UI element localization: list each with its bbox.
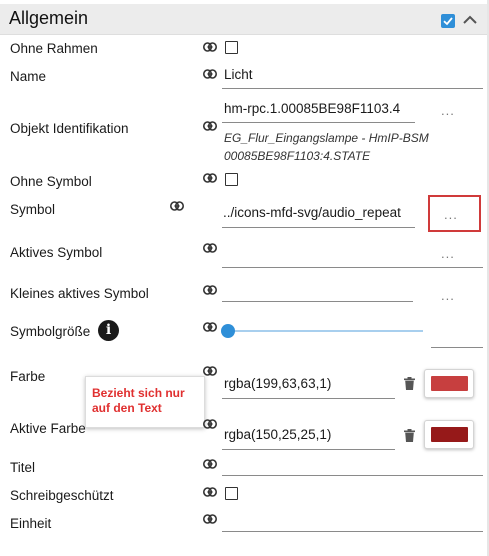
- row-label-titel: Titel: [10, 460, 36, 475]
- link-icon[interactable]: [203, 459, 217, 469]
- row-label-objekt-id: Objekt Identifikation: [10, 121, 129, 136]
- row-label-ohne-symbol: Ohne Symbol: [10, 174, 92, 189]
- link-icon[interactable]: [203, 514, 217, 524]
- properties-panel: Allgemein Ohne Rahmen Name Licht Objekt …: [0, 0, 489, 556]
- symbol-browse-highlight: ...: [428, 195, 481, 232]
- name-input-underline: [222, 88, 483, 89]
- trash-icon[interactable]: [404, 377, 415, 390]
- farbe-color-picker[interactable]: [424, 369, 474, 398]
- row-label-einheit: Einheit: [10, 516, 52, 531]
- aktives-symbol-input[interactable]: [222, 267, 483, 268]
- kleines-aktives-symbol-browse-button[interactable]: ...: [441, 288, 455, 303]
- name-input[interactable]: Licht: [224, 67, 253, 82]
- aktive-farbe-input[interactable]: rgba(150,25,25,1): [224, 427, 331, 442]
- ohne-rahmen-checkbox[interactable]: [225, 41, 238, 54]
- objekt-id-description-line1: EG_Flur_Eingangslampe - HmIP-BSM: [224, 131, 429, 145]
- ohne-symbol-checkbox[interactable]: [225, 173, 238, 186]
- link-icon[interactable]: [203, 487, 217, 497]
- info-icon[interactable]: i: [98, 320, 119, 341]
- row-label-symbol: Symbol: [10, 202, 56, 217]
- check-icon: [443, 17, 453, 26]
- section-header[interactable]: Allgemein: [0, 4, 487, 35]
- aktive-farbe-swatch: [431, 427, 468, 442]
- row-label-kleines-aktives-symbol: Kleines aktives Symbol: [10, 286, 149, 301]
- symbol-browse-button[interactable]: ...: [444, 207, 458, 222]
- titel-input[interactable]: [222, 475, 483, 476]
- link-icon[interactable]: [203, 42, 217, 52]
- link-icon[interactable]: [203, 366, 217, 376]
- schreibgeschuetzt-checkbox[interactable]: [225, 487, 238, 500]
- link-icon[interactable]: [203, 285, 217, 295]
- symbolgroesse-slider-track[interactable]: [228, 330, 423, 332]
- aktive-farbe-color-picker[interactable]: [424, 420, 474, 449]
- trash-icon[interactable]: [404, 429, 415, 442]
- link-icon[interactable]: [203, 419, 217, 429]
- farbe-swatch: [431, 376, 468, 391]
- section-title: Allgemein: [9, 8, 89, 28]
- row-label-ohne-rahmen: Ohne Rahmen: [10, 41, 98, 56]
- objekt-id-description-line2: 00085BE98F1103:4.STATE: [224, 149, 371, 163]
- link-icon[interactable]: [203, 322, 217, 332]
- tooltip-text: Bezieht sich nur auf den Text: [92, 386, 185, 415]
- row-label-name: Name: [10, 69, 47, 84]
- chevron-up-icon[interactable]: [462, 13, 478, 27]
- aktives-symbol-browse-button[interactable]: ...: [441, 246, 455, 261]
- symbol-input-underline: [222, 227, 415, 228]
- section-enabled-checkbox[interactable]: [441, 14, 455, 28]
- row-label-aktives-symbol: Aktives Symbol: [10, 245, 103, 260]
- farbe-input[interactable]: rgba(199,63,63,1): [224, 376, 331, 391]
- farbe-input-underline: [222, 398, 395, 399]
- symbolgroesse-value-input[interactable]: [431, 347, 483, 348]
- tooltip: Bezieht sich nur auf den Text: [85, 376, 205, 428]
- symbolgroesse-slider-thumb[interactable]: [221, 324, 235, 338]
- objekt-id-browse-button[interactable]: ...: [441, 103, 455, 118]
- aktive-farbe-input-underline: [222, 449, 395, 450]
- link-icon[interactable]: [170, 201, 184, 211]
- symbol-input[interactable]: ../icons-mfd-svg/audio_repeat: [223, 205, 401, 220]
- link-icon[interactable]: [203, 173, 217, 183]
- link-icon[interactable]: [203, 243, 217, 253]
- kleines-aktives-symbol-input[interactable]: [222, 301, 413, 302]
- link-icon[interactable]: [203, 69, 217, 79]
- row-label-symbolgroesse: Symbolgröße: [10, 324, 91, 339]
- row-label-schreibgeschuetzt: Schreibgeschützt: [10, 488, 114, 503]
- objekt-id-input[interactable]: hm-rpc.1.00085BE98F1103.4: [224, 101, 400, 116]
- objekt-id-underline: [222, 122, 415, 123]
- row-label-farbe: Farbe: [10, 369, 46, 384]
- link-icon[interactable]: [203, 121, 217, 131]
- einheit-input[interactable]: [222, 531, 483, 532]
- row-label-aktive-farbe: Aktive Farbe: [10, 421, 86, 436]
